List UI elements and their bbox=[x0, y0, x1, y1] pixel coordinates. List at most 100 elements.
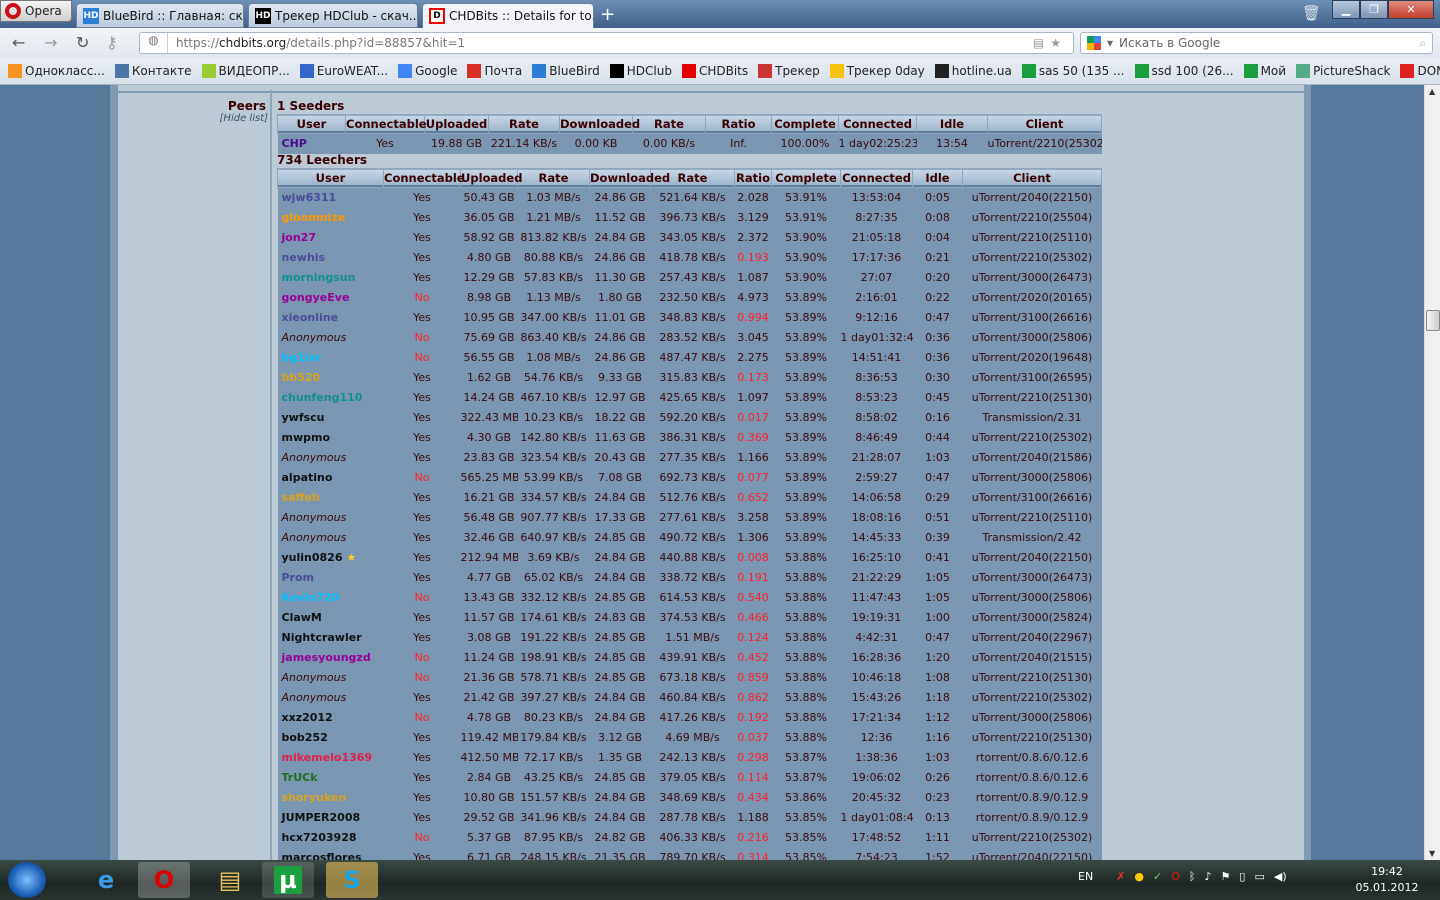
bookmark-item[interactable]: ssd 100 (26... bbox=[1134, 64, 1234, 78]
column-header[interactable]: Client bbox=[987, 114, 1102, 134]
bookmark-item[interactable]: DOMASHK... bbox=[1400, 64, 1440, 78]
key-icon[interactable]: ⚷ bbox=[106, 33, 118, 52]
address-bar[interactable]: ◍ https://chdbits.org/details.php?id=888… bbox=[139, 32, 1074, 54]
bookmark-item[interactable]: BlueBird bbox=[532, 64, 600, 78]
scrollbar-thumb[interactable] bbox=[1426, 310, 1440, 331]
peer-user[interactable]: Prom bbox=[277, 567, 384, 588]
bookmark-star-icon[interactable]: ★ bbox=[1050, 36, 1067, 50]
bookmark-item[interactable]: hotline.ua bbox=[934, 64, 1012, 78]
bookmark-item[interactable]: ВИДЕОПР... bbox=[201, 64, 290, 78]
bluetooth-icon[interactable]: ᛒ bbox=[1189, 870, 1196, 883]
search-icon[interactable]: ⌕ bbox=[1419, 36, 1432, 51]
peer-user[interactable]: Kevin720 bbox=[277, 587, 384, 608]
peer-user[interactable]: hcx7203928 bbox=[277, 827, 384, 848]
close-window-icon[interactable]: ✕ bbox=[1388, 0, 1434, 19]
peer-user[interactable]: bob252 bbox=[277, 727, 384, 748]
search-engine-dropdown-icon[interactable]: ▾ bbox=[1107, 36, 1113, 50]
peer-user[interactable]: JUMPER2008 bbox=[277, 807, 384, 828]
bookmark-item[interactable]: Трекер 0day bbox=[829, 64, 925, 78]
peer-user[interactable]: bb520 bbox=[277, 367, 384, 388]
minimize-icon[interactable]: ▁ bbox=[1332, 0, 1360, 19]
utorrent-taskbar-icon[interactable]: µ bbox=[262, 862, 314, 898]
skype-icon[interactable]: S bbox=[326, 862, 378, 898]
column-header[interactable]: Complete bbox=[771, 168, 841, 188]
column-header[interactable]: Idle bbox=[912, 168, 963, 188]
column-header[interactable]: Rate bbox=[488, 114, 560, 134]
peer-user[interactable]: Anonymous bbox=[277, 667, 384, 688]
volume-icon[interactable]: ◀) bbox=[1274, 870, 1287, 883]
peer-user[interactable]: bg1ixr bbox=[277, 347, 384, 368]
column-header[interactable]: Connected bbox=[840, 168, 913, 188]
network-icon[interactable]: ▭ bbox=[1254, 870, 1264, 883]
peer-user[interactable]: shoryuken bbox=[277, 787, 384, 808]
usb-device-icon[interactable]: ▯ bbox=[1239, 870, 1245, 883]
peer-user[interactable]: ywfscu bbox=[277, 407, 384, 428]
column-header[interactable]: Rate bbox=[632, 114, 706, 134]
column-header[interactable]: Ratio bbox=[705, 114, 772, 134]
column-header[interactable]: Idle bbox=[916, 114, 988, 134]
peer-user[interactable]: newhis bbox=[277, 247, 384, 268]
peer-user[interactable]: ClawM bbox=[277, 607, 384, 628]
trash-icon[interactable]: 🗑 bbox=[1302, 4, 1321, 22]
peer-user[interactable]: xxz2012 bbox=[277, 707, 384, 728]
peer-user[interactable]: Anonymous bbox=[277, 507, 384, 528]
scroll-up-icon[interactable]: ▲ bbox=[1429, 87, 1435, 96]
column-header[interactable]: Connected bbox=[838, 114, 917, 134]
peer-user[interactable]: TrUCk bbox=[277, 767, 384, 788]
peer-user[interactable]: morningsun bbox=[277, 267, 384, 288]
peer-user[interactable]: mwpmo bbox=[277, 427, 384, 448]
bookmark-item[interactable]: Контакте bbox=[114, 64, 192, 78]
opera-menu-button[interactable]: Opera bbox=[0, 0, 72, 22]
reload-icon[interactable]: ↻ bbox=[76, 33, 89, 52]
peer-user[interactable]: Nightcrawler bbox=[277, 627, 384, 648]
internet-explorer-icon[interactable]: e bbox=[80, 862, 132, 898]
peer-user[interactable]: Anonymous bbox=[277, 687, 384, 708]
bookmark-item[interactable]: HDClub bbox=[609, 64, 672, 78]
tray-music-icon[interactable]: ♪ bbox=[1205, 870, 1212, 883]
peer-user[interactable]: xieonline bbox=[277, 307, 384, 328]
hide-list-link[interactable]: [Hide list] bbox=[118, 113, 268, 124]
peer-user[interactable]: saffeh bbox=[277, 487, 384, 508]
bookmark-item[interactable]: PictureShack bbox=[1296, 64, 1390, 78]
tab-chdbits[interactable]: DCHDBits :: Details for to...✕ bbox=[422, 3, 594, 28]
column-header[interactable]: Client bbox=[962, 168, 1102, 188]
tray-check-icon[interactable]: ✓ bbox=[1153, 870, 1162, 883]
tab-bluebird[interactable]: HDBlueBird :: Главная: ск...✕ bbox=[76, 3, 244, 28]
peer-user[interactable]: jon27 bbox=[277, 227, 384, 248]
tray-app-icon[interactable]: ● bbox=[1134, 870, 1144, 883]
antivirus-icon[interactable]: ✗ bbox=[1116, 870, 1125, 883]
column-header[interactable]: User bbox=[277, 168, 384, 188]
vertical-scrollbar[interactable]: ▲ ▼ bbox=[1424, 85, 1440, 860]
maximize-icon[interactable]: ❐ bbox=[1360, 0, 1388, 19]
language-indicator[interactable]: EN bbox=[1078, 870, 1093, 883]
column-header[interactable]: Downloaded bbox=[589, 168, 670, 188]
search-input[interactable]: ▾ Искать в Google ⌕ bbox=[1080, 32, 1433, 54]
peer-user[interactable]: wjw6311 bbox=[277, 187, 384, 208]
column-header[interactable]: Rate bbox=[517, 168, 590, 188]
clock[interactable]: 19:42 05.01.2012 bbox=[1352, 864, 1422, 896]
scroll-down-icon[interactable]: ▼ bbox=[1429, 849, 1435, 858]
peer-user[interactable]: Anonymous bbox=[277, 327, 384, 348]
bookmark-item[interactable]: EuroWEAT... bbox=[299, 64, 388, 78]
peer-user[interactable]: alpatino bbox=[277, 467, 384, 488]
peer-user[interactable]: Anonymous bbox=[277, 447, 384, 468]
tab-hdclub[interactable]: HDТрекер HDClub - скач...✕ bbox=[248, 3, 418, 28]
column-header[interactable]: Uploaded bbox=[460, 168, 522, 188]
peer-user[interactable]: yulin0826 ★ bbox=[277, 547, 384, 568]
new-tab-icon[interactable]: + bbox=[600, 4, 615, 25]
bookmark-item[interactable]: Трекер bbox=[758, 64, 820, 78]
bookmark-item[interactable]: Однокласс... bbox=[8, 64, 105, 78]
start-button[interactable] bbox=[8, 862, 46, 898]
forward-icon[interactable]: → bbox=[44, 33, 57, 52]
bookmark-item[interactable]: Google bbox=[398, 64, 457, 78]
bookmark-item[interactable]: CHDBits bbox=[681, 64, 748, 78]
peer-user[interactable]: chunfeng110 bbox=[277, 387, 384, 408]
column-header[interactable]: Uploaded bbox=[424, 114, 489, 134]
bookmark-item[interactable]: Мой bbox=[1243, 64, 1286, 78]
back-icon[interactable]: ← bbox=[12, 33, 25, 52]
column-header[interactable]: User bbox=[277, 114, 346, 134]
opera-taskbar-icon[interactable]: O bbox=[138, 862, 190, 898]
bookmark-item[interactable]: sas 50 (135 ... bbox=[1021, 64, 1125, 78]
peer-user[interactable]: CHP bbox=[277, 133, 346, 154]
column-header[interactable]: Connectable bbox=[345, 114, 427, 134]
